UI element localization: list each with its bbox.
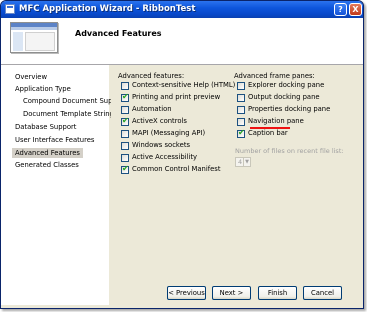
recent-files-spinner[interactable]: 4 ▼ [235,157,251,167]
checkbox[interactable]: ✔ [121,164,129,174]
checkbox[interactable]: ✔ [121,116,129,126]
wizard-window: MFC Application Wizard - RibbonTest ? X … [0,0,364,309]
options-panel: Advanced features: ✔ Context-sensitive H… [111,65,363,308]
checkbox[interactable]: ✔ [121,142,129,150]
next-button[interactable]: Next > [212,286,251,300]
previous-button[interactable]: < Previous [167,286,206,300]
checkbox[interactable]: ✔ [237,94,245,102]
wizard-nav: Overview Application Type Compound Docum… [1,65,126,305]
window-title: MFC Application Wizard - RibbonTest [19,4,196,14]
advanced-features-label: Advanced features: [118,72,185,80]
nav-item-generated-classes[interactable]: Generated Classes [15,161,79,169]
recent-files-label: Number of files on recent file list: [235,147,344,155]
nav-item-overview[interactable]: Overview [15,73,47,81]
chevron-down-icon[interactable]: ▼ [243,158,250,166]
nav-item-user-interface-features[interactable]: User Interface Features [15,136,94,144]
page-title: Advanced Features [75,29,162,38]
close-button[interactable]: X [349,3,362,16]
wizard-header: Advanced Features [1,18,363,65]
nav-item-database-support[interactable]: Database Support [15,123,76,131]
title-bar: MFC Application Wizard - RibbonTest ? X [1,1,363,18]
help-button[interactable]: ? [334,3,347,16]
nav-item-advanced-features[interactable]: Advanced Features [12,148,83,158]
checkbox[interactable]: ✔ [121,92,129,102]
checkbox[interactable]: ✔ [237,106,245,114]
nav-item-document-template-strings[interactable]: Document Template Strings [23,110,117,118]
finish-button[interactable]: Finish [258,286,297,300]
wizard-thumbnail-image [10,22,58,53]
cancel-button[interactable]: Cancel [303,286,342,300]
checkbox[interactable]: ✔ [237,128,245,138]
checkbox[interactable]: ✔ [237,118,245,126]
checkbox[interactable]: ✔ [121,130,129,138]
recent-files-value: 4 [238,158,243,166]
nav-item-application-type[interactable]: Application Type [15,85,71,93]
checkbox[interactable]: ✔ [121,154,129,162]
checkbox[interactable]: ✔ [237,82,245,90]
checkbox[interactable]: ✔ [121,82,129,90]
app-icon [5,4,15,14]
frame-panes-label: Advanced frame panes: [234,72,315,80]
checkbox[interactable]: ✔ [121,106,129,114]
